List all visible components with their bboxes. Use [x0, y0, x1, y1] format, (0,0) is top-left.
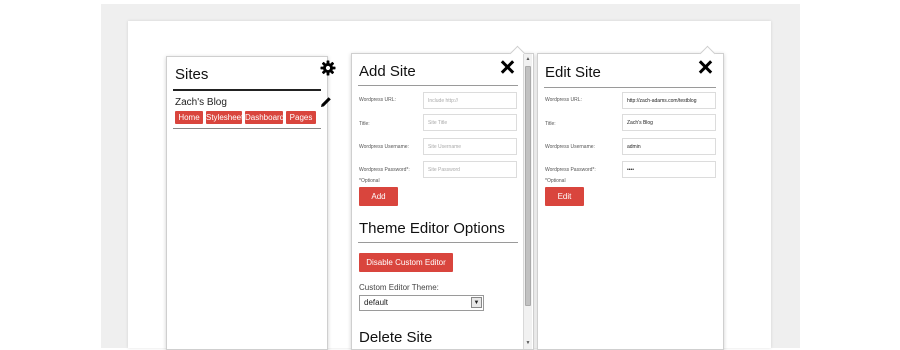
password-input[interactable]: ••••: [622, 161, 716, 178]
pages-button[interactable]: Pages: [286, 111, 316, 124]
add-button[interactable]: Add: [359, 187, 398, 206]
stylesheet-button[interactable]: Stylesheet: [206, 111, 243, 124]
optional-note: *Optional: [545, 178, 566, 184]
site-name[interactable]: Zach's Blog: [175, 97, 227, 108]
title-label: Title:: [545, 121, 556, 127]
delete-site-title: Delete Site: [359, 329, 433, 346]
add-site-title: Add Site: [359, 63, 416, 80]
home-button[interactable]: Home: [175, 111, 203, 124]
theme-editor-title: Theme Editor Options: [359, 220, 505, 237]
sites-title-rule: [173, 89, 321, 91]
add-site-panel: Add Site Wordpress URL: Include http:// …: [351, 45, 534, 350]
username-input[interactable]: admin: [622, 138, 716, 155]
scroll-up-arrow[interactable]: ▲: [524, 56, 532, 62]
title-input[interactable]: Site Title: [423, 114, 517, 131]
wordpress-url-label: Wordpress URL:: [359, 97, 396, 103]
custom-editor-theme-label: Custom Editor Theme:: [359, 283, 439, 292]
site-entry-rule: [173, 128, 321, 129]
optional-note: *Optional: [359, 178, 380, 184]
close-icon[interactable]: [698, 60, 712, 74]
username-label: Wordpress Username:: [545, 144, 595, 150]
dashboard-button[interactable]: Dashboard: [245, 111, 284, 124]
title-label: Title:: [359, 121, 370, 127]
title-input[interactable]: Zach's Blog: [622, 114, 716, 131]
password-label: Wordpress Password*:: [359, 167, 410, 173]
theme-editor-rule: [358, 242, 518, 243]
disable-custom-editor-button[interactable]: Disable Custom Editor: [359, 253, 453, 272]
username-label: Wordpress Username:: [359, 144, 409, 150]
edit-site-title: Edit Site: [545, 64, 601, 81]
scroll-thumb[interactable]: [525, 66, 531, 306]
chevron-down-icon[interactable]: ▼: [471, 297, 482, 308]
wordpress-url-label: Wordpress URL:: [545, 97, 582, 103]
edit-button[interactable]: Edit: [545, 187, 584, 206]
password-label: Wordpress Password*:: [545, 167, 596, 173]
gear-icon[interactable]: [320, 60, 336, 76]
sites-title: Sites: [175, 66, 209, 83]
edit-site-panel: Edit Site Wordpress URL: http://zach-ada…: [537, 45, 724, 350]
wordpress-url-input[interactable]: Include http://: [423, 92, 517, 109]
edit-site-title-rule: [544, 87, 716, 88]
add-site-scrollbar[interactable]: ▲ ▼: [523, 54, 532, 349]
username-input[interactable]: Site Username: [423, 138, 517, 155]
close-icon[interactable]: [500, 60, 514, 74]
add-site-title-rule: [358, 85, 518, 86]
pencil-icon[interactable]: [320, 96, 332, 108]
password-input[interactable]: Site Password: [423, 161, 517, 178]
wordpress-url-input[interactable]: http://zach-adams.com/testblog: [622, 92, 716, 109]
custom-editor-theme-value: default: [364, 298, 389, 307]
custom-editor-theme-select[interactable]: default ▼: [359, 295, 484, 311]
scroll-down-arrow[interactable]: ▼: [524, 340, 532, 346]
sites-panel: Sites Zach's Blog Home Stylesheet Dashbo…: [166, 56, 336, 350]
